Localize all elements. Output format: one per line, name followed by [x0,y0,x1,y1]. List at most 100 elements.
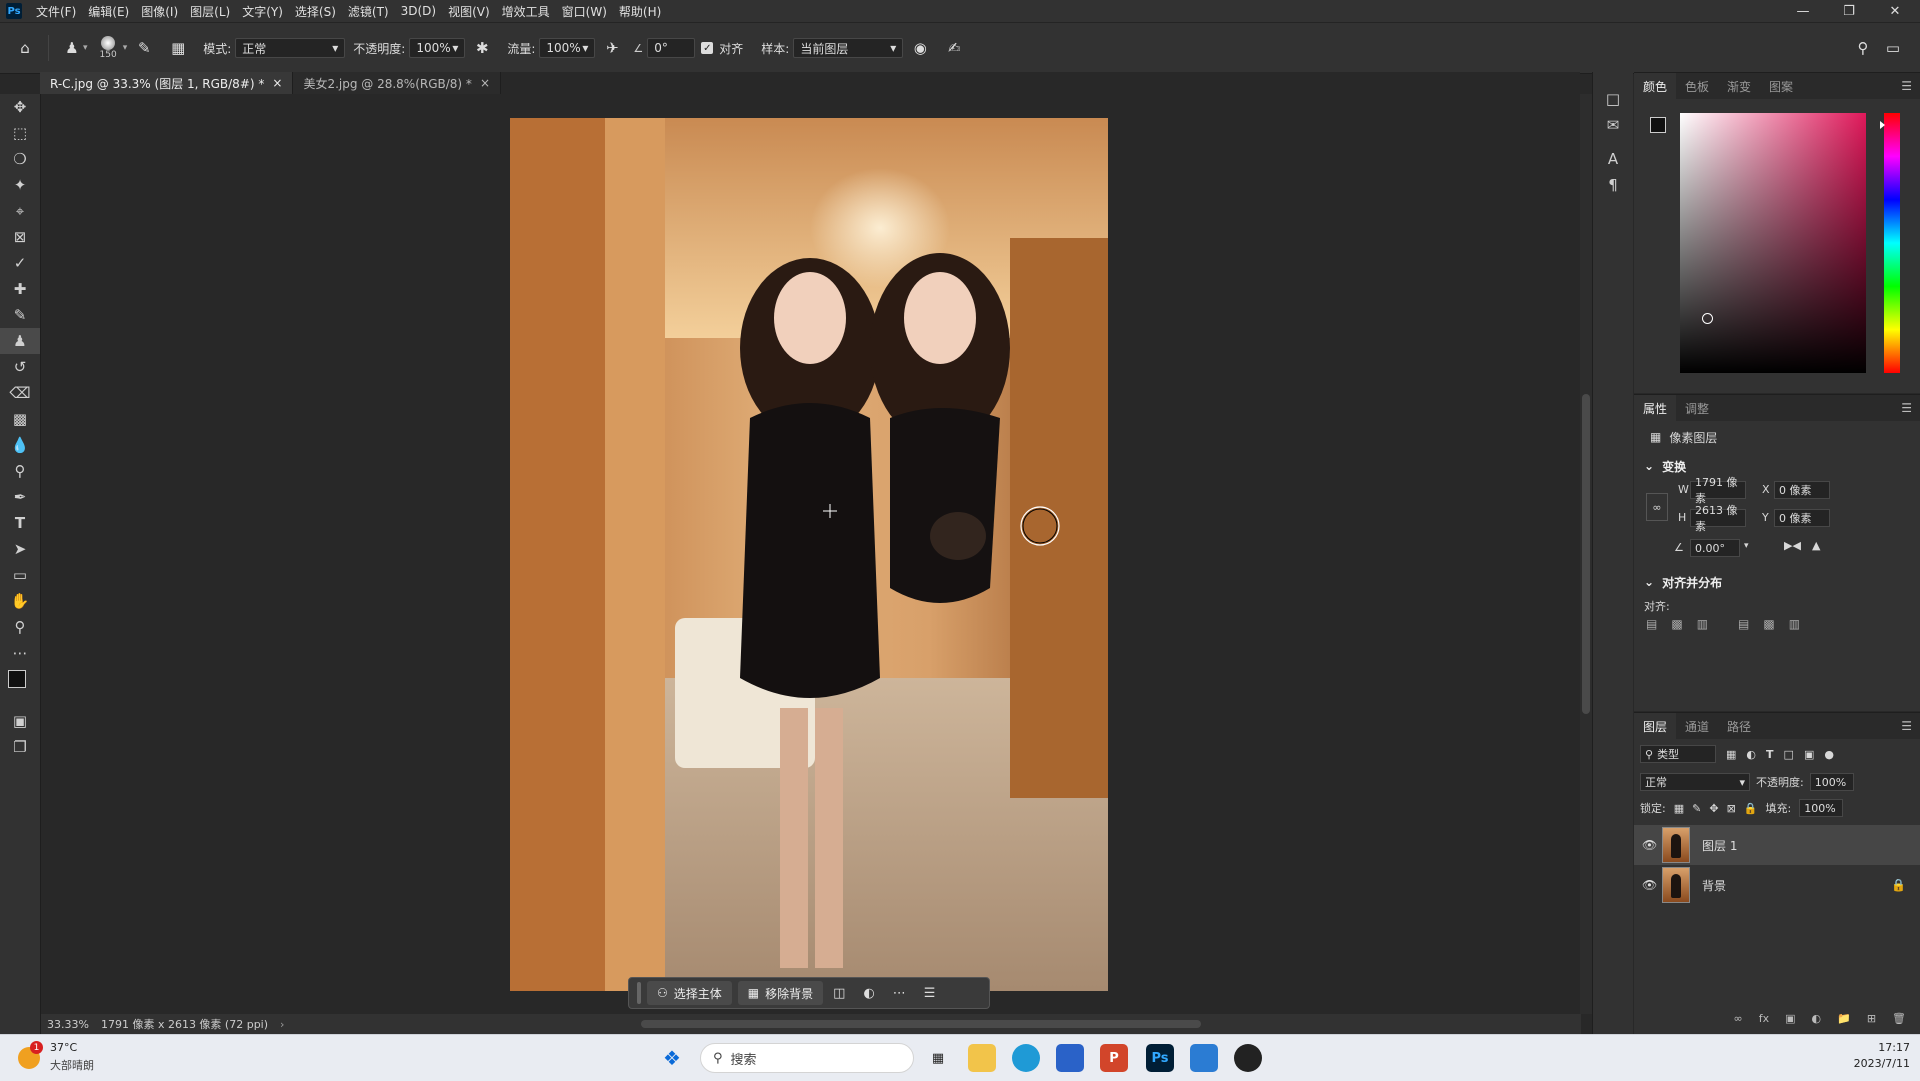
width-input[interactable]: 1791 像素 [1690,476,1746,505]
healing-brush-tool-icon[interactable]: ✚ [0,276,40,302]
panel-menu-icon[interactable]: ☰ [1901,719,1912,733]
eraser-tool-icon[interactable]: ⌫ [0,380,40,406]
mode-select[interactable]: 正常 ▾ [235,38,346,58]
marquee-tool-icon[interactable]: ⬚ [0,120,40,146]
transform-section-header[interactable]: ⌄ 变换 [1634,453,1920,479]
zoom-level[interactable]: 33.33% [47,1018,89,1031]
height-input[interactable]: 2613 像素 [1690,504,1746,533]
panel-menu-icon[interactable]: ☰ [1901,401,1912,415]
magic-wand-tool-icon[interactable]: ✦ [0,172,40,198]
filter-toggle-icon[interactable]: ● [1824,748,1834,761]
panel-menu-icon[interactable]: ☰ [1901,79,1912,93]
menu-filter[interactable]: 滤镜(T) [342,3,395,20]
align-left-icon[interactable]: ▤ [1646,617,1657,631]
taskbar-time[interactable]: 17:17 [1830,1041,1910,1054]
menu-layer[interactable]: 图层(L) [184,3,236,20]
aligned-checkbox[interactable]: ✓ [701,42,714,54]
ignore-adjustment-layers-icon[interactable]: ◉ [909,37,931,59]
new-layer-icon[interactable]: ⊞ [1867,1012,1876,1025]
quick-mask-icon[interactable]: ▣ [0,708,40,734]
zoom-tool-icon[interactable]: ⚲ [0,614,40,640]
flip-horizontal-icon[interactable]: ▶◀ [1784,539,1801,552]
powerpoint-icon[interactable]: P [1100,1044,1128,1072]
gradient-tool-icon[interactable]: ▩ [0,406,40,432]
chevron-right-icon[interactable]: › [280,1018,284,1031]
filter-shape-icon[interactable]: □ [1784,748,1794,761]
foreground-swatch[interactable] [1650,117,1666,133]
align-top-icon[interactable]: ▤ [1738,617,1749,631]
clone-stamp-tool-icon[interactable]: ♟ [0,328,40,354]
photos-app-icon[interactable] [1190,1044,1218,1072]
close-icon[interactable]: × [480,76,490,90]
chevron-down-icon[interactable]: ▾ [123,43,128,53]
file-explorer-icon[interactable] [968,1044,996,1072]
menu-select[interactable]: 选择(S) [289,3,342,20]
horizontal-scrollbar[interactable] [641,1020,1201,1028]
menu-type[interactable]: 文字(Y) [236,3,289,20]
new-group-icon[interactable]: 📁 [1837,1012,1851,1025]
history-panel-icon[interactable]: □ [1593,86,1633,112]
pressure-opacity-icon[interactable]: ✱ [471,37,493,59]
search-icon[interactable]: ⚲ [1852,37,1874,59]
tab-color[interactable]: 颜色 [1634,73,1677,99]
eyedropper-tool-icon[interactable]: ✓ [0,250,40,276]
filter-smart-object-icon[interactable]: ▣ [1804,748,1814,761]
screen-mode-icon[interactable]: ❐ [0,734,40,760]
hue-slider[interactable] [1880,113,1900,373]
remove-background-button[interactable]: ▦ 移除背景 [737,981,824,1005]
menu-edit[interactable]: 编辑(E) [82,3,135,20]
move-tool-icon[interactable]: ✥ [0,94,40,120]
link-layers-icon[interactable]: ∞ [1734,1012,1743,1025]
workspace-icon[interactable]: ▭ [1882,37,1904,59]
close-window-icon[interactable]: ✕ [1872,0,1918,22]
link-icon[interactable]: ∞ [1646,493,1668,521]
transform-icon[interactable]: ◫ [833,986,845,1001]
delete-layer-icon[interactable]: 🗑 [1892,1012,1906,1025]
angle-input[interactable]: 0° [647,38,696,58]
color-swatches[interactable] [0,666,40,708]
tab-meinv2[interactable]: 美女2.jpg @ 28.8%(RGB/8) * × [293,72,501,94]
layer-opacity-input[interactable]: 100% [1809,773,1854,791]
chevron-down-icon[interactable]: ▾ [83,43,88,53]
fx-icon[interactable]: fx [1759,1012,1769,1025]
flip-vertical-icon[interactable]: ▲ [1812,539,1820,552]
type-tool-icon[interactable]: T [0,510,40,536]
menu-file[interactable]: 文件(F) [30,3,82,20]
align-middle-icon[interactable]: ▩ [1763,617,1774,631]
tab-r-c[interactable]: R-C.jpg @ 33.3% (图层 1, RGB/8#) * × [40,72,294,94]
filter-pixel-icon[interactable]: ▦ [1726,748,1736,761]
brush-tool-icon[interactable]: ✎ [0,302,40,328]
flow-input[interactable]: 100% ▾ [539,38,596,58]
tab-patterns[interactable]: 图案 [1760,73,1802,99]
hand-tool-icon[interactable]: ✋ [0,588,40,614]
foreground-color-icon[interactable] [8,670,26,688]
crop-tool-icon[interactable]: ⌖ [0,198,40,224]
eye-icon[interactable]: 👁 [1642,838,1657,852]
character-panel-icon[interactable]: A [1593,146,1633,172]
menu-window[interactable]: 窗口(W) [556,3,613,20]
tab-swatches[interactable]: 色板 [1676,73,1718,99]
pen-tool-icon[interactable]: ✒ [0,484,40,510]
menu-view[interactable]: 视图(V) [442,3,496,20]
blend-mode-select[interactable]: 正常 ▾ [1640,773,1750,791]
vertical-scrollbar[interactable] [1582,394,1590,714]
layer-row-background[interactable]: 👁 背景 🔒 [1634,865,1920,905]
eye-icon[interactable]: 👁 [1642,878,1657,892]
lock-image-icon[interactable]: ✎ [1692,802,1701,815]
layer-filter-select[interactable]: ⚲ 类型 [1640,745,1716,763]
edge-browser-icon[interactable] [1012,1044,1040,1072]
add-mask-icon[interactable]: ▣ [1785,1012,1795,1025]
restore-icon[interactable]: ❐ [1826,0,1872,22]
new-adjustment-icon[interactable]: ◐ [1812,1012,1822,1025]
align-right-icon[interactable]: ▥ [1697,617,1708,631]
align-section-header[interactable]: ⌄ 对齐并分布 [1634,569,1920,595]
brush-settings-icon[interactable]: ✎ [133,37,155,59]
sample-select[interactable]: 当前图层 ▾ [793,38,904,58]
y-input[interactable]: 0 像素 [1774,509,1830,527]
align-bottom-icon[interactable]: ▥ [1789,617,1800,631]
lock-position-icon[interactable]: ✥ [1709,802,1718,815]
pressure-size-icon[interactable]: ✍ [943,37,965,59]
tab-paths[interactable]: 路径 [1718,713,1760,739]
opacity-input[interactable]: 100% ▾ [409,38,466,58]
menu-help[interactable]: 帮助(H) [613,3,667,20]
